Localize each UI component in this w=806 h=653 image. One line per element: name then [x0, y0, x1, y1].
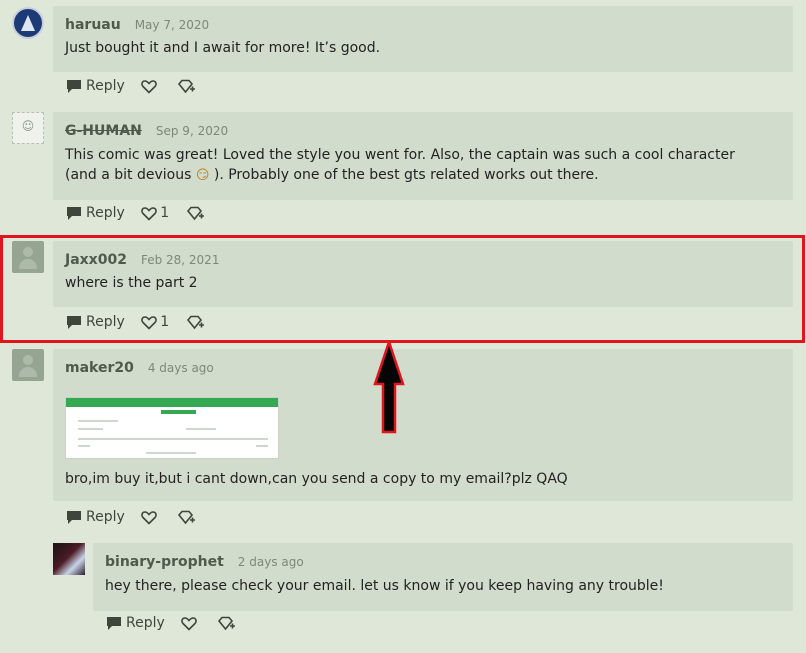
- gem-plus-icon: [217, 616, 235, 630]
- like-button[interactable]: 1: [141, 205, 169, 221]
- thumbnail-line: [186, 428, 216, 430]
- thumbnail-line: [78, 438, 268, 440]
- comment-text: This comic was great! Loved the style yo…: [65, 145, 765, 186]
- reply-label: Reply: [126, 615, 165, 631]
- reply-button[interactable]: Reply: [66, 78, 125, 94]
- like-count: 1: [160, 205, 170, 221]
- comment-bubble: haruau May 7, 2020 Just bought it and I a…: [53, 6, 793, 72]
- username[interactable]: binary-prophet: [105, 554, 224, 570]
- comment-text: hey there, please check your email. let …: [105, 578, 664, 594]
- speech-bubble-icon: [67, 510, 81, 524]
- tip-button[interactable]: [177, 79, 195, 94]
- username[interactable]: G-HUMAN: [65, 123, 142, 139]
- reply-button[interactable]: Reply: [66, 509, 125, 525]
- reply-label: Reply: [86, 78, 125, 94]
- reply-label: Reply: [86, 509, 125, 525]
- comment-date[interactable]: May 7, 2020: [135, 18, 209, 32]
- thumbnail-line: [78, 420, 118, 422]
- thumbnail-button: [161, 410, 196, 414]
- comment-actions: Reply 1: [66, 205, 216, 225]
- smirk-emoji-icon: 😏: [195, 168, 210, 183]
- thumbnail-header-bar: [66, 398, 278, 407]
- username[interactable]: haruau: [65, 17, 121, 33]
- comment-date[interactable]: 2 days ago: [238, 555, 304, 569]
- username[interactable]: maker20: [65, 360, 134, 376]
- comment-actions: Reply: [66, 509, 207, 529]
- tip-button[interactable]: [177, 510, 195, 525]
- attached-screenshot-thumbnail[interactable]: [65, 397, 279, 459]
- user-avatar[interactable]: ☺: [12, 112, 44, 144]
- user-avatar[interactable]: [12, 7, 44, 39]
- comment-bubble: maker20 4 days ago bro,im buy it,but i ca…: [53, 349, 793, 501]
- speech-bubble-icon: [67, 206, 81, 220]
- user-avatar[interactable]: [53, 543, 85, 575]
- like-button[interactable]: [141, 510, 160, 525]
- reply-button[interactable]: Reply: [106, 615, 165, 631]
- comment-meta: maker20 4 days ago: [65, 357, 214, 376]
- reply-button[interactable]: Reply: [66, 205, 125, 221]
- comment-date[interactable]: Sep 9, 2020: [156, 124, 228, 138]
- comment-meta: haruau May 7, 2020: [65, 14, 209, 33]
- heart-icon: [141, 206, 158, 221]
- comment-actions: Reply: [66, 78, 207, 98]
- gem-plus-icon: [177, 510, 195, 524]
- like-button[interactable]: [141, 79, 160, 94]
- comment-meta: G-HUMAN Sep 9, 2020: [65, 120, 228, 139]
- heart-icon: [181, 616, 198, 631]
- gem-plus-icon: [186, 206, 204, 220]
- heart-icon: [141, 510, 158, 525]
- highlight-box: [0, 235, 805, 343]
- tip-button[interactable]: [217, 616, 235, 631]
- comment-meta: binary-prophet 2 days ago: [105, 551, 304, 570]
- speech-bubble-icon: [67, 79, 81, 93]
- like-button[interactable]: [181, 616, 200, 631]
- comment-text: Just bought it and I await for more! It’…: [65, 40, 381, 56]
- comment-actions: Reply: [106, 615, 247, 635]
- reply-label: Reply: [86, 205, 125, 221]
- gem-plus-icon: [177, 79, 195, 93]
- up-arrow-annotation: [373, 340, 405, 434]
- heart-icon: [141, 79, 158, 94]
- thumbnail-line: [146, 452, 196, 454]
- thumbnail-line: [78, 445, 90, 447]
- comment-text-part: ). Probably one of the best gts related …: [213, 167, 599, 183]
- thumbnail-line: [256, 445, 268, 447]
- user-avatar[interactable]: [12, 349, 44, 381]
- avatar-placeholder-icon: ☺: [21, 119, 35, 133]
- comment-date[interactable]: 4 days ago: [148, 361, 214, 375]
- speech-bubble-icon: [107, 616, 121, 630]
- thumbnail-line: [78, 428, 103, 430]
- tip-button[interactable]: [186, 206, 204, 221]
- comment-bubble: binary-prophet 2 days ago hey there, plea…: [93, 543, 793, 611]
- comment-text: bro,im buy it,but i cant down,can you se…: [65, 471, 568, 487]
- comment-bubble: G-HUMAN Sep 9, 2020 This comic was great!…: [53, 112, 793, 200]
